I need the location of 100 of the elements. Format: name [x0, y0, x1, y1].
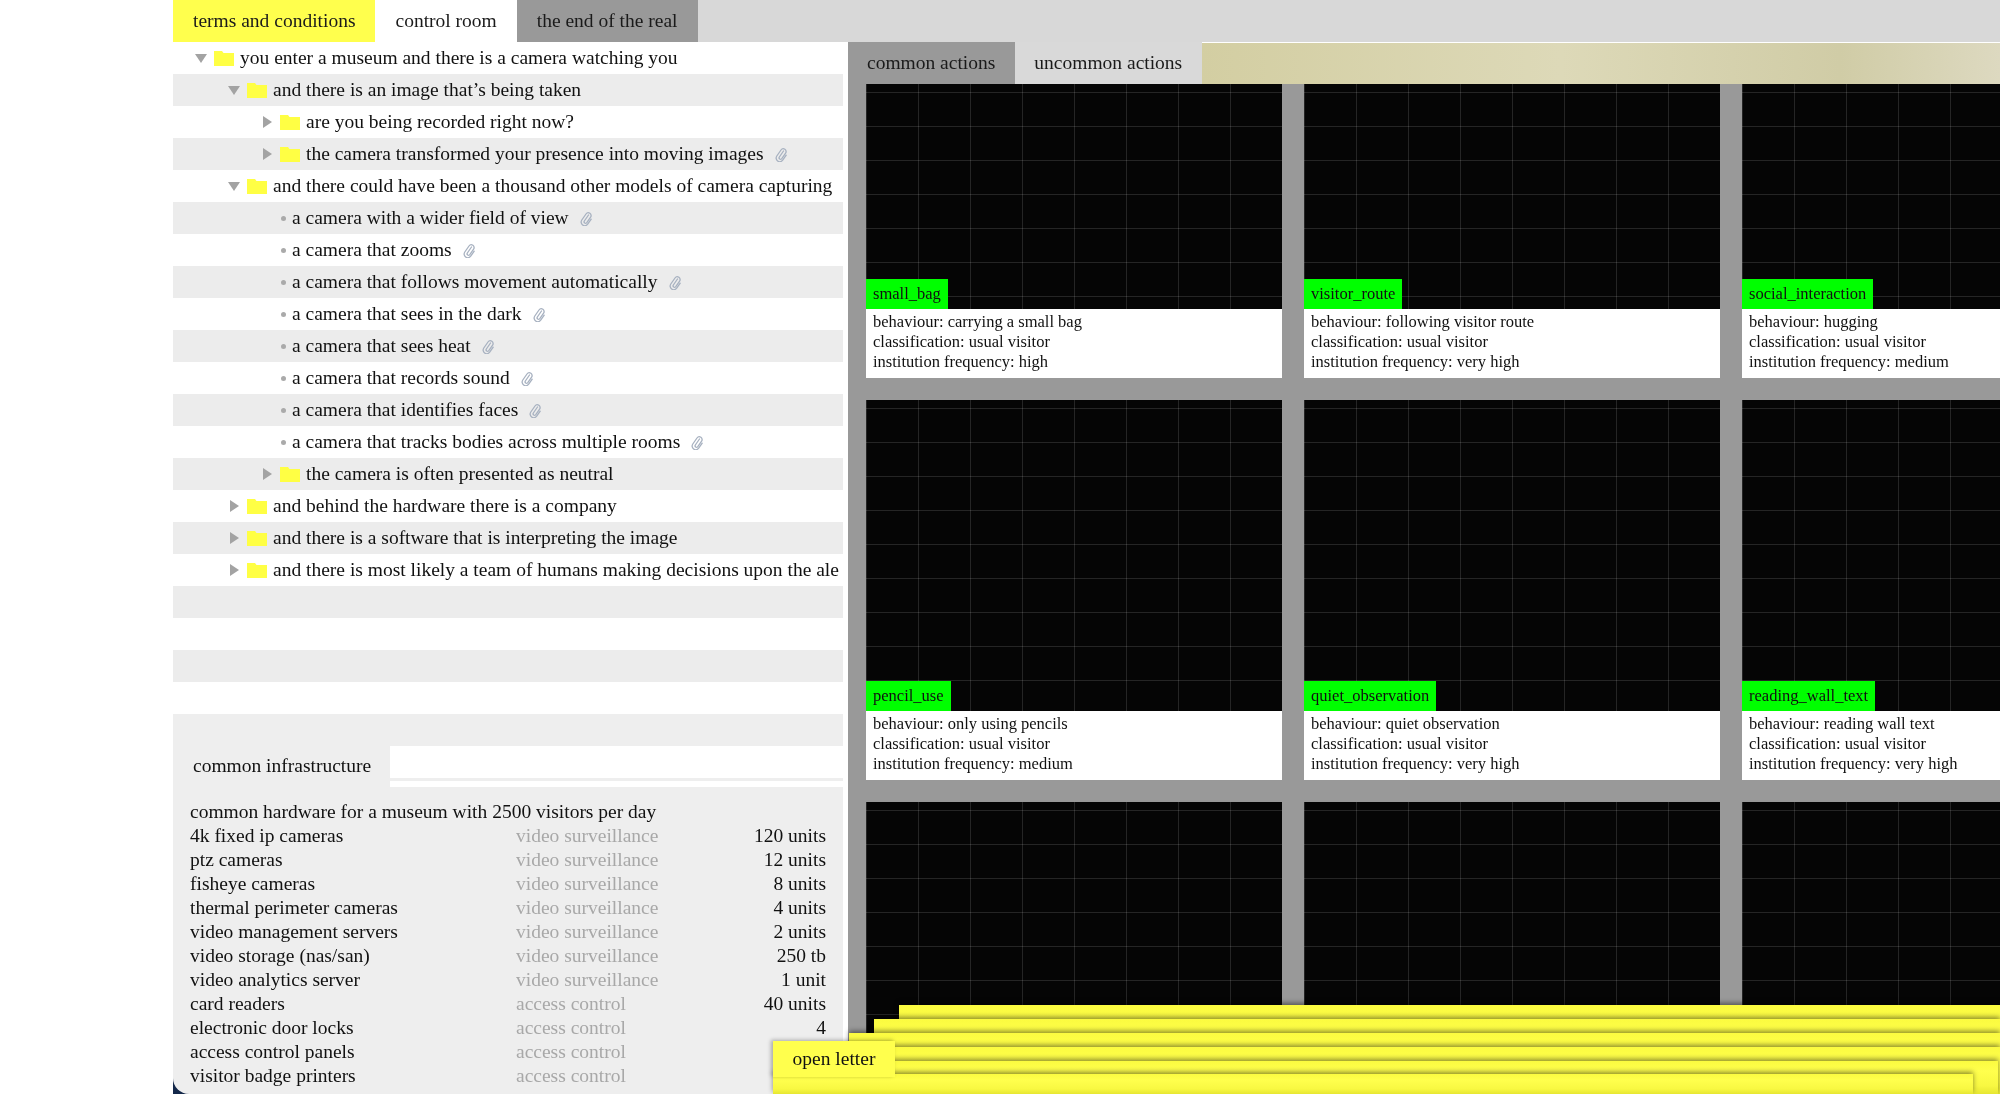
hardware-name: 4k fixed ip cameras	[190, 824, 344, 848]
bullet-icon	[281, 407, 286, 413]
folder-icon	[247, 562, 267, 578]
action-tag: social_interaction	[1742, 279, 1874, 309]
tree-item-label[interactable]: a camera that tracks bodies across multiple rooms	[292, 426, 681, 458]
folder-icon	[214, 50, 234, 66]
folder-icon	[247, 498, 267, 514]
video-frame-placeholder[interactable]: visitor_route	[1304, 84, 1720, 309]
caption-line: behaviour: following visitor route	[1311, 312, 1535, 332]
caret-right-icon[interactable]	[229, 532, 239, 544]
bullet-icon	[281, 343, 286, 349]
video-frame-placeholder[interactable]: reading_wall_text	[1742, 400, 2000, 711]
tab[interactable]: the end of the real	[516, 0, 698, 42]
quantity-text: 12 units	[763, 848, 826, 872]
caption-line: classification: usual visitor	[873, 332, 1050, 352]
tree-item-label[interactable]: are you being recorded right now?	[306, 106, 575, 138]
caption-line: classification: usual visitor	[1749, 332, 1926, 352]
bullet-icon	[281, 439, 286, 445]
tree-item-label[interactable]: the camera transformed your presence into moving images	[306, 138, 764, 170]
quantity-text: 250 tb	[776, 944, 826, 968]
hardware-name: video analytics server	[190, 968, 360, 992]
action-tag: quiet_observation	[1304, 681, 1437, 711]
tree-item-label[interactable]: the camera is often presented as neutral	[306, 458, 614, 490]
tree-item-label[interactable]: a camera that identifies faces	[292, 394, 519, 426]
tree-item-label[interactable]: and there is most likely a team of humans making decisions upon the ale	[273, 554, 839, 586]
caret-right-icon[interactable]	[262, 116, 272, 128]
folder-icon	[280, 114, 300, 130]
tree-item-label[interactable]: and behind the hardware there is a company	[273, 490, 617, 522]
caption-line: institution frequency: very high	[1749, 754, 1958, 774]
caret-right-icon[interactable]	[229, 500, 239, 512]
bullet-icon	[281, 247, 286, 253]
category-label: access control	[516, 1016, 626, 1040]
caption-line: institution frequency: medium	[1749, 352, 1949, 372]
action-tag: pencil_use	[866, 681, 951, 711]
tab[interactable]: terms and conditions	[173, 0, 376, 42]
caption-line: classification: usual visitor	[1749, 734, 1926, 754]
tree-item-label[interactable]: and there is a software that is interpreting the image	[273, 522, 678, 554]
tree-item-label[interactable]: a camera that zooms	[292, 234, 452, 266]
action-tag: visitor_route	[1304, 279, 1403, 309]
quantity-text: 4 units	[773, 896, 826, 920]
folder-icon	[247, 82, 267, 98]
quantity-text: 1 unit	[781, 968, 826, 992]
quantity-text: 4	[816, 1016, 826, 1040]
category-label: access control	[516, 1040, 626, 1064]
caption-line: classification: usual visitor	[1311, 332, 1488, 352]
bullet-icon	[281, 375, 286, 381]
folder-icon	[247, 530, 267, 546]
tree-item-label[interactable]: and there is an image that’s being taken	[273, 74, 582, 106]
tree-item-label[interactable]: you enter a museum and there is a camera watching you	[240, 42, 678, 74]
caption-line: institution frequency: very high	[1311, 754, 1520, 774]
caption-line: institution frequency: very high	[1311, 352, 1520, 372]
caret-down-icon[interactable]	[228, 181, 240, 191]
hardware-name: video storage (nas/san)	[190, 944, 370, 968]
category-label: video surveillance	[516, 848, 659, 872]
caption-line: classification: usual visitor	[873, 734, 1050, 754]
tab[interactable]: control room	[375, 0, 517, 42]
caret-down-icon[interactable]	[195, 53, 207, 63]
caption-line: behaviour: carrying a small bag	[873, 312, 1082, 332]
folder-icon	[280, 146, 300, 162]
category-label: video surveillance	[516, 824, 659, 848]
tree-item-label[interactable]: a camera with a wider field of view	[292, 202, 569, 234]
category-label: access control	[516, 992, 626, 1016]
bullet-icon	[281, 279, 286, 285]
caret-right-icon[interactable]	[229, 564, 239, 576]
caption-line: behaviour: only using pencils	[873, 714, 1068, 734]
caption-line: institution frequency: high	[873, 352, 1049, 372]
caret-down-icon[interactable]	[228, 85, 240, 95]
category-label: video surveillance	[516, 944, 659, 968]
folder-icon	[247, 178, 267, 194]
caret-right-icon[interactable]	[262, 468, 272, 480]
quantity-text: 8 units	[773, 872, 826, 896]
tab[interactable]: common actions	[848, 42, 1016, 84]
video-frame-placeholder[interactable]: social_interaction	[1742, 84, 2000, 309]
video-frame-placeholder[interactable]: pencil_use	[866, 400, 1282, 711]
tree-item-label[interactable]: a camera that records sound	[292, 362, 510, 394]
quantity-text: 40 units	[763, 992, 826, 1016]
action-tag: small_bag	[866, 279, 948, 309]
tree-item-label[interactable]: a camera that follows movement automatically	[292, 266, 658, 298]
caret-right-icon[interactable]	[262, 148, 272, 160]
hardware-name: thermal perimeter cameras	[190, 896, 398, 920]
tree-item-label[interactable]: a camera that sees in the dark	[292, 298, 522, 330]
tab[interactable]: uncommon actions	[1015, 42, 1203, 84]
tree-item-label[interactable]: a camera that sees heat	[292, 330, 471, 362]
tree-item-label[interactable]: and there could have been a thousand other models of camera capturing	[273, 170, 833, 202]
tab[interactable]: open letter	[773, 1041, 895, 1077]
quantity-text: 120 units	[753, 824, 826, 848]
hardware-name: access control panels	[190, 1040, 355, 1064]
hardware-name: video management servers	[190, 920, 398, 944]
folder-icon	[280, 466, 300, 482]
video-frame-placeholder[interactable]: small_bag	[866, 84, 1282, 309]
section-tab[interactable]: common infrastructure	[173, 746, 390, 787]
caption-line: classification: usual visitor	[1311, 734, 1488, 754]
section-heading: common hardware for a museum with 2500 visitors per day	[189, 800, 657, 824]
hardware-name: fisheye cameras	[190, 872, 316, 896]
hardware-name: electronic door locks	[190, 1016, 354, 1040]
bullet-icon	[281, 311, 286, 317]
category-label: video surveillance	[516, 896, 659, 920]
action-tag: reading_wall_text	[1742, 681, 1876, 711]
video-frame-placeholder[interactable]: quiet_observation	[1304, 400, 1720, 711]
caption-line: institution frequency: medium	[873, 754, 1073, 774]
